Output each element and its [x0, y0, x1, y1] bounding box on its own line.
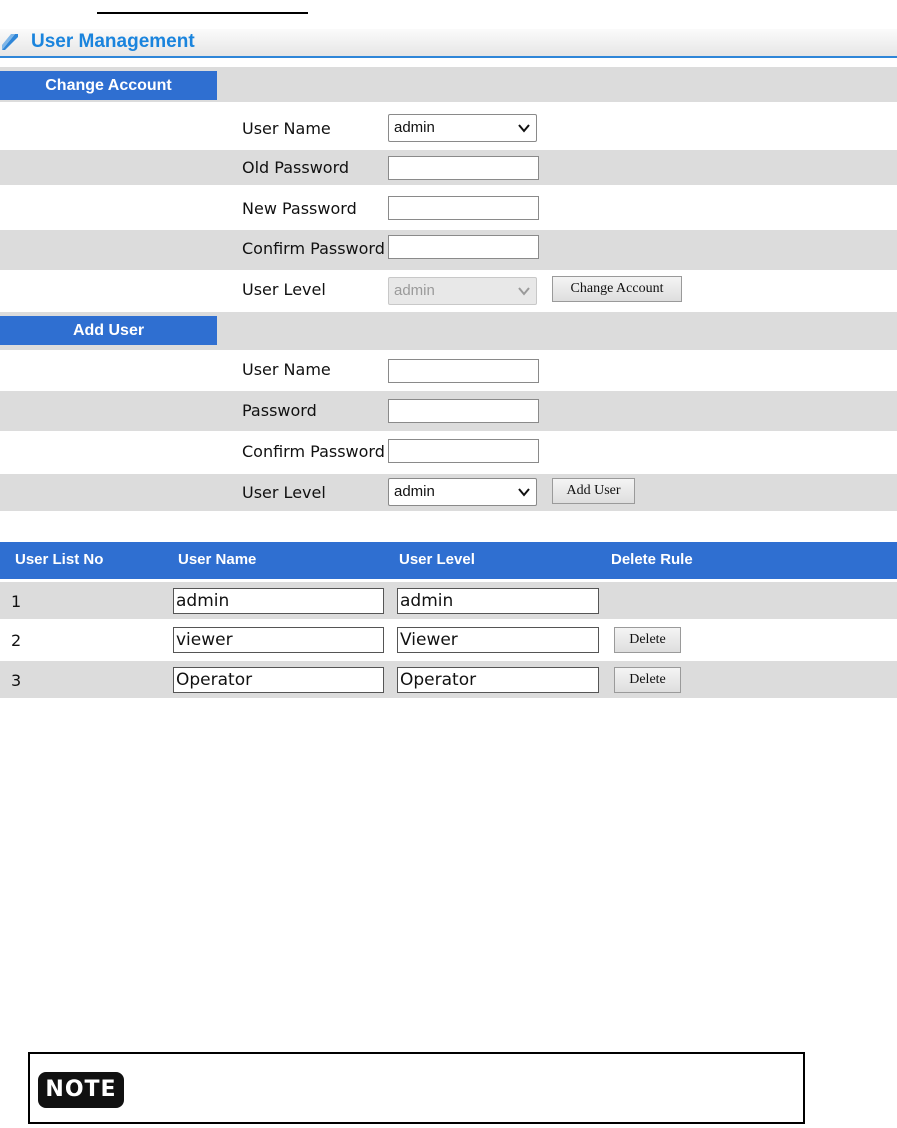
- new-password-input[interactable]: [388, 196, 539, 220]
- row-number: 2: [11, 631, 22, 650]
- change-user-level-value: admin: [394, 282, 435, 299]
- corner-flag-icon: [2, 34, 18, 50]
- add-password-label: Password: [242, 401, 317, 420]
- chevron-down-icon: [518, 287, 530, 296]
- delete-button[interactable]: Delete: [614, 667, 681, 693]
- confirm-password-label: Confirm Password: [242, 239, 385, 258]
- confirm-password-input[interactable]: [388, 235, 539, 259]
- row-user-level[interactable]: Viewer: [397, 627, 599, 653]
- row-number: 1: [11, 592, 22, 611]
- note-box: NOTE: [28, 1052, 805, 1124]
- add-user-level-value: admin: [394, 483, 435, 500]
- change-account-header: Change Account: [0, 71, 217, 100]
- old-password-input[interactable]: [388, 156, 539, 180]
- user-list-header: User List No User Name User Level Delete…: [0, 542, 897, 579]
- add-password-row: Password: [0, 391, 897, 431]
- change-account-header-row: Change Account: [0, 67, 897, 102]
- change-user-name-select[interactable]: admin: [388, 114, 537, 142]
- add-user-name-row: User Name: [0, 350, 897, 390]
- delete-button[interactable]: Delete: [614, 627, 681, 653]
- row-user-level[interactable]: admin: [397, 588, 599, 614]
- add-user-level-select[interactable]: admin: [388, 478, 537, 506]
- user-name-label: User Name: [242, 119, 331, 138]
- add-user-level-row: User Level admin Add User: [0, 474, 897, 511]
- row-number: 3: [11, 671, 22, 690]
- change-account-button[interactable]: Change Account: [552, 276, 682, 302]
- add-password-input[interactable]: [388, 399, 539, 423]
- column-header-no: User List No: [15, 551, 104, 568]
- new-password-label: New Password: [242, 199, 357, 218]
- user-level-label: User Level: [242, 280, 326, 299]
- chevron-down-icon: [518, 124, 530, 133]
- row-user-name[interactable]: viewer: [173, 627, 384, 653]
- title-bar: User Management: [0, 29, 897, 58]
- column-header-delete-rule: Delete Rule: [611, 551, 693, 568]
- add-user-name-input[interactable]: [388, 359, 539, 383]
- table-row: 2 viewer Viewer Delete: [0, 621, 897, 658]
- chevron-down-icon: [518, 488, 530, 497]
- add-confirm-password-row: Confirm Password: [0, 431, 897, 473]
- row-user-name[interactable]: Operator: [173, 667, 384, 693]
- old-password-label: Old Password: [242, 158, 350, 177]
- add-confirm-password-label: Confirm Password: [242, 442, 385, 461]
- change-user-level-row: User Level admin Change Account: [0, 271, 897, 311]
- column-header-user-level: User Level: [399, 551, 475, 568]
- confirm-password-row: Confirm Password: [0, 230, 897, 270]
- change-user-name-value: admin: [394, 119, 435, 136]
- page-title: User Management: [31, 31, 195, 52]
- change-user-level-select: admin: [388, 277, 537, 305]
- column-header-user-name: User Name: [178, 551, 257, 568]
- add-user-header: Add User: [0, 316, 217, 345]
- change-user-name-row: User Name admin: [0, 108, 897, 148]
- table-row: 1 admin admin: [0, 582, 897, 619]
- row-user-name[interactable]: admin: [173, 588, 384, 614]
- old-password-row: Old Password: [0, 150, 897, 185]
- add-user-level-label: User Level: [242, 483, 326, 502]
- new-password-row: New Password: [0, 190, 897, 225]
- add-user-name-label: User Name: [242, 360, 331, 379]
- row-user-level[interactable]: Operator: [397, 667, 599, 693]
- add-user-header-row: Add User: [0, 312, 897, 350]
- table-row: 3 Operator Operator Delete: [0, 661, 897, 698]
- note-badge-icon: NOTE: [38, 1072, 124, 1108]
- add-confirm-password-input[interactable]: [388, 439, 539, 463]
- add-user-button[interactable]: Add User: [552, 478, 635, 504]
- top-rule: [97, 12, 308, 14]
